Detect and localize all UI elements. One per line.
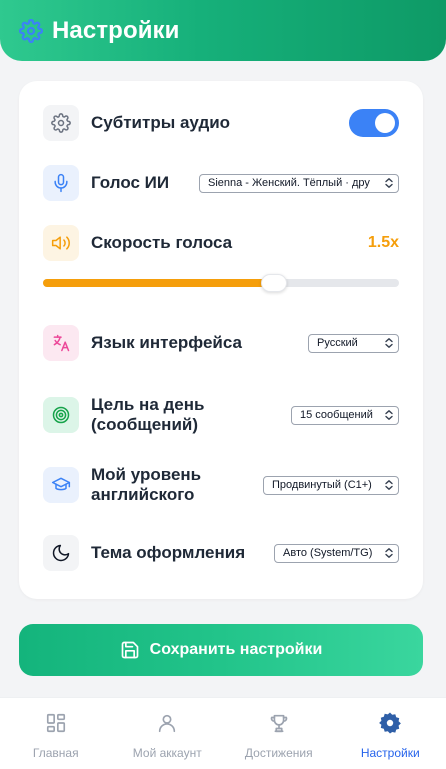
setting-row-subtitles: Субтитры аудио bbox=[43, 105, 399, 141]
nav-item-achievements[interactable]: Достижения bbox=[223, 698, 335, 769]
translate-icon bbox=[43, 325, 79, 361]
language-select-value: Русский bbox=[317, 337, 358, 349]
save-button-label: Сохранить настройки bbox=[149, 641, 323, 658]
nav-item-home[interactable]: Главная bbox=[0, 698, 112, 769]
theme-select[interactable]: Авто (System/TG) bbox=[274, 543, 399, 563]
subtitles-label: Субтитры аудио bbox=[91, 113, 231, 132]
theme-select-value: Авто (System/TG) bbox=[283, 547, 373, 559]
level-select-value: Продвинутый (C1+) bbox=[272, 479, 372, 491]
setting-row-level: Мой уровень английского Продвинутый (C1+… bbox=[43, 465, 399, 505]
setting-row-theme: Тема оформления Авто (System/TG) bbox=[43, 535, 399, 571]
moon-icon bbox=[43, 535, 79, 571]
settings-card: Субтитры аудио Голос ИИ Sienna - Женский… bbox=[19, 81, 423, 599]
level-label: Мой уровень английского bbox=[91, 465, 202, 504]
header: Настройки bbox=[0, 0, 446, 61]
chevron-updown-icon bbox=[384, 479, 394, 491]
language-label: Язык интерфейса bbox=[91, 333, 242, 352]
target-icon bbox=[43, 397, 79, 433]
setting-row-voice: Голос ИИ Sienna - Женский. Тёплый · дру bbox=[43, 165, 399, 201]
goal-label: Цель на день (сообщений) bbox=[91, 395, 205, 434]
voice-select[interactable]: Sienna - Женский. Тёплый · дру bbox=[199, 173, 399, 193]
chevron-updown-icon bbox=[384, 409, 394, 421]
speed-slider[interactable] bbox=[43, 274, 399, 292]
setting-row-language: Язык интерфейса Русский bbox=[43, 325, 399, 361]
bottom-nav: Главная Мой аккаунт Достижения Настройки bbox=[0, 697, 446, 769]
nav-item-account[interactable]: Мой аккаунт bbox=[112, 698, 224, 769]
floppy-disk-icon bbox=[120, 640, 140, 660]
chevron-updown-icon bbox=[384, 547, 394, 559]
voice-select-value: Sienna - Женский. Тёплый · дру bbox=[208, 177, 370, 189]
goal-select[interactable]: 15 сообщений bbox=[291, 405, 399, 425]
setting-row-speed: Скорость голоса 1.5x bbox=[43, 225, 399, 261]
chevron-updown-icon bbox=[384, 177, 394, 189]
nav-label: Достижения bbox=[244, 746, 313, 760]
level-select[interactable]: Продвинутый (C1+) bbox=[263, 475, 399, 495]
speaker-icon bbox=[43, 225, 79, 261]
trophy-icon bbox=[266, 710, 292, 736]
theme-label: Тема оформления bbox=[91, 543, 246, 562]
page-title: Настройки bbox=[52, 16, 180, 44]
toggle-knob bbox=[375, 113, 395, 133]
gear-icon bbox=[43, 105, 79, 141]
nav-item-settings[interactable]: Настройки bbox=[335, 698, 446, 769]
setting-row-goal: Цель на день (сообщений) 15 сообщений bbox=[43, 395, 399, 435]
graduation-cap-icon bbox=[43, 467, 79, 503]
save-settings-button[interactable]: Сохранить настройки bbox=[19, 624, 423, 676]
chevron-updown-icon bbox=[384, 337, 394, 349]
nav-label: Главная bbox=[32, 746, 79, 760]
nav-label: Настройки bbox=[360, 746, 420, 760]
language-select[interactable]: Русский bbox=[308, 333, 399, 353]
microphone-icon bbox=[43, 165, 79, 201]
user-icon bbox=[154, 710, 180, 736]
grid-icon bbox=[43, 710, 69, 736]
speed-label: Скорость голоса bbox=[91, 233, 233, 252]
slider-fill bbox=[43, 279, 275, 287]
goal-select-value: 15 сообщений bbox=[300, 409, 373, 421]
subtitles-toggle[interactable] bbox=[349, 109, 399, 137]
nav-label: Мой аккаунт bbox=[132, 746, 202, 760]
slider-thumb[interactable] bbox=[261, 274, 288, 292]
gear-icon bbox=[377, 710, 403, 736]
speed-value: 1.5x bbox=[367, 234, 399, 251]
voice-label: Голос ИИ bbox=[91, 173, 170, 192]
gear-icon bbox=[19, 18, 43, 43]
